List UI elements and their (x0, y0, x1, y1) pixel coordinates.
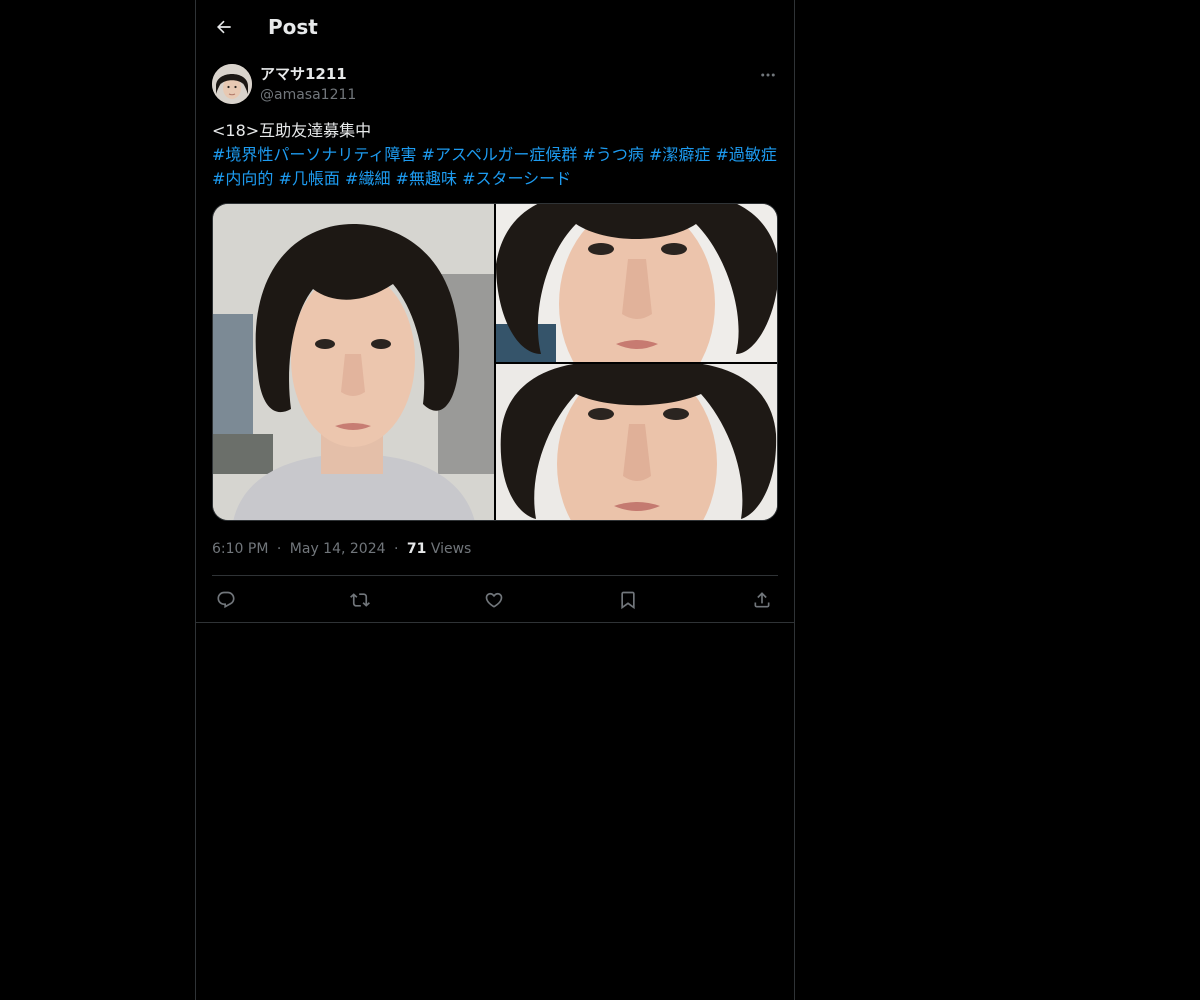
hashtag[interactable]: #無趣味 (396, 169, 457, 188)
hashtag[interactable]: #繊細 (345, 169, 390, 188)
like-button[interactable] (480, 586, 508, 614)
meta-separator: · (276, 541, 282, 557)
photo-1[interactable] (213, 204, 494, 520)
photo-2[interactable] (496, 204, 777, 362)
reply-icon (217, 591, 235, 609)
post-column: Post アマサ1211 @amasa1211 <18>互助友達募集中 #境界性… (195, 0, 795, 1000)
hashtag[interactable]: #几帳面 (279, 169, 340, 188)
hashtag[interactable]: #潔癖症 (649, 145, 710, 164)
more-horizontal-icon (761, 73, 775, 77)
share-button[interactable] (748, 586, 776, 614)
post-meta: 6:10 PM · May 14, 2024 · 71 Views (212, 539, 471, 559)
closeup-photo (496, 204, 777, 362)
hashtag[interactable]: #スターシード (462, 169, 571, 188)
back-button[interactable] (208, 11, 240, 43)
meta-separator: · (393, 541, 399, 557)
avatar-image (212, 64, 252, 104)
selfie-photo (213, 204, 494, 520)
action-bar (212, 586, 778, 614)
bookmark-icon (621, 591, 635, 610)
author-handle[interactable]: @amasa1211 (260, 86, 356, 104)
views-count: 71 (406, 541, 427, 557)
arrow-left-icon (217, 20, 231, 34)
hashtag[interactable]: #うつ病 (582, 145, 643, 164)
post-date[interactable]: May 14, 2024 (290, 541, 386, 557)
views-label: Views (430, 541, 472, 557)
post-body: <18>互助友達募集中 (212, 121, 372, 140)
reply-button[interactable] (212, 586, 240, 614)
author-name[interactable]: アマサ1211 (260, 64, 347, 84)
divider (196, 622, 794, 623)
bookmark-button[interactable] (614, 586, 642, 614)
share-icon (754, 592, 770, 608)
page-title: Post (268, 15, 318, 39)
hashtag[interactable]: #過敏症 (715, 145, 776, 164)
repost-button[interactable] (346, 586, 374, 614)
photo-3[interactable] (496, 364, 777, 520)
hashtag[interactable]: #内向的 (212, 169, 273, 188)
hashtag[interactable]: #境界性パーソナリティ障害 (212, 145, 416, 164)
hashtag[interactable]: #アスペルガー症候群 (422, 145, 578, 164)
media-grid (212, 203, 778, 521)
closeup-photo (496, 364, 777, 520)
post-time[interactable]: 6:10 PM (212, 541, 268, 557)
divider (212, 575, 778, 576)
more-options-button[interactable] (754, 64, 782, 86)
avatar[interactable] (212, 64, 252, 104)
post-text: <18>互助友達募集中 #境界性パーソナリティ障害 #アスペルガー症候群 #うつ… (212, 119, 778, 191)
repost-icon (350, 593, 370, 607)
heart-icon (485, 592, 503, 608)
header: Post (196, 0, 794, 54)
hashtag-list: #境界性パーソナリティ障害 #アスペルガー症候群 #うつ病 #潔癖症 #過敏症 … (212, 143, 778, 191)
